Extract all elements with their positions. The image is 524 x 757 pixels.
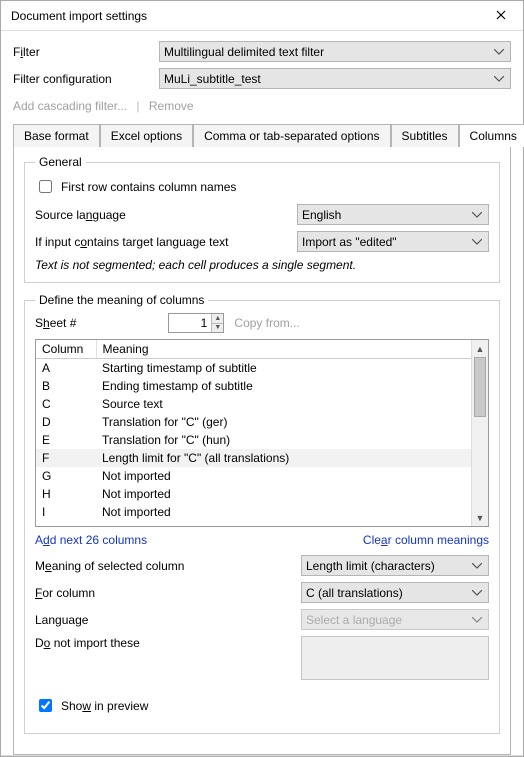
meaning-selected-label: Meaning of selected column [35, 559, 301, 573]
cell-column: F [36, 449, 96, 467]
group-general: General First row contains column names … [24, 155, 500, 283]
tab-base-format[interactable]: Base format [13, 124, 100, 147]
cell-meaning: Not imported [96, 485, 471, 503]
add-cascading-filter-link: Add cascading filter... [13, 99, 127, 113]
cell-column: B [36, 377, 96, 395]
window-title: Document import settings [11, 9, 147, 23]
do-not-import-area [301, 636, 489, 680]
table-row[interactable]: DTranslation for "C" (ger) [36, 413, 471, 431]
source-language-label: Source language [35, 208, 297, 222]
show-preview-label: Show in preview [61, 699, 148, 713]
scroll-thumb[interactable] [474, 357, 486, 417]
filter-actions: Add cascading filter... | Remove [13, 99, 511, 113]
cell-meaning: Not imported [96, 503, 471, 521]
cell-meaning: Translation for "C" (hun) [96, 431, 471, 449]
show-preview-row[interactable]: Show in preview [35, 696, 489, 715]
clear-meanings-link[interactable]: Clear column meanings [363, 533, 489, 547]
table-row[interactable]: HNot imported [36, 485, 471, 503]
sheet-down-icon[interactable]: ▼ [212, 324, 223, 333]
scroll-down-icon[interactable]: ▼ [472, 509, 488, 526]
cell-meaning: Translation for "C" (ger) [96, 413, 471, 431]
table-row[interactable]: CSource text [36, 395, 471, 413]
meaning-selected-combo[interactable]: Length limit (characters) [301, 555, 489, 576]
language-combo: Select a language [301, 609, 489, 630]
first-row-checkbox[interactable] [39, 180, 52, 193]
table-row[interactable]: AStarting timestamp of subtitle [36, 359, 471, 378]
cell-meaning: Length limit for "C" (all translations) [96, 449, 471, 467]
do-not-import-label: Do not import these [35, 636, 301, 650]
if-input-combo[interactable]: Import as "edited" [297, 231, 489, 252]
first-row-label: First row contains column names [61, 180, 236, 194]
cell-column: I [36, 503, 96, 521]
tab-subtitles[interactable]: Subtitles [391, 124, 459, 147]
group-define-columns: Define the meaning of columns Sheet # ▲ … [24, 293, 500, 734]
cell-column: E [36, 431, 96, 449]
table-row[interactable]: ETranslation for "C" (hun) [36, 431, 471, 449]
grid-header-meaning[interactable]: Meaning [96, 340, 471, 359]
columns-grid[interactable]: Column Meaning AStarting timestamp of su… [35, 339, 489, 527]
tab-body-columns: General First row contains column names … [13, 146, 511, 755]
for-column-combo[interactable]: C (all translations) [301, 582, 489, 603]
tab-columns[interactable]: Columns [459, 124, 524, 147]
dialog-content: Filter Multilingual delimited text filte… [1, 31, 523, 755]
cell-meaning: Starting timestamp of subtitle [96, 359, 471, 378]
source-language-combo[interactable]: English [297, 204, 489, 225]
table-row[interactable]: INot imported [36, 503, 471, 521]
dialog-window: Document import settings Filter Multilin… [0, 0, 524, 757]
cell-meaning: Source text [96, 395, 471, 413]
copy-from-link: Copy from... [234, 316, 299, 330]
sheet-input[interactable] [169, 314, 211, 332]
grid-header-column[interactable]: Column [36, 340, 96, 359]
tab-excel-options[interactable]: Excel options [100, 124, 193, 147]
table-row[interactable]: FLength limit for "C" (all translations) [36, 449, 471, 467]
titlebar: Document import settings [1, 1, 523, 31]
filter-config-combo[interactable]: MuLi_subtitle_test [159, 68, 511, 89]
cell-column: D [36, 413, 96, 431]
language-label: Language [35, 613, 301, 627]
group-define-legend: Define the meaning of columns [35, 293, 208, 307]
filter-combo[interactable]: Multilingual delimited text filter [159, 41, 511, 62]
filter-config-label: Filter configuration [13, 72, 159, 86]
sheet-spinner[interactable]: ▲ ▼ [168, 313, 224, 333]
if-input-label: If input contains target language text [35, 235, 297, 249]
cell-column: A [36, 359, 96, 378]
table-row[interactable]: BEnding timestamp of subtitle [36, 377, 471, 395]
sheet-label: Sheet # [35, 316, 76, 330]
cell-meaning: Not imported [96, 467, 471, 485]
filter-label: Filter [13, 45, 159, 59]
cell-column: G [36, 467, 96, 485]
for-column-label: For column [35, 586, 301, 600]
remove-filter-link: Remove [149, 99, 194, 113]
sheet-up-icon[interactable]: ▲ [212, 314, 223, 324]
segment-note: Text is not segmented; each cell produce… [35, 258, 489, 272]
close-button[interactable] [479, 1, 523, 30]
cell-column: C [36, 395, 96, 413]
group-general-legend: General [35, 155, 86, 169]
close-icon [496, 9, 506, 23]
tab-strip: Base format Excel options Comma or tab-s… [13, 123, 511, 146]
scroll-up-icon[interactable]: ▲ [472, 340, 488, 357]
add-columns-link[interactable]: Add next 26 columns [35, 533, 147, 547]
tab-csv-options[interactable]: Comma or tab-separated options [193, 124, 390, 147]
show-preview-checkbox[interactable] [39, 699, 52, 712]
grid-scrollbar[interactable]: ▲ ▼ [471, 340, 488, 526]
table-row[interactable]: GNot imported [36, 467, 471, 485]
first-row-checkbox-row[interactable]: First row contains column names [35, 177, 489, 196]
cell-meaning: Ending timestamp of subtitle [96, 377, 471, 395]
cell-column: H [36, 485, 96, 503]
